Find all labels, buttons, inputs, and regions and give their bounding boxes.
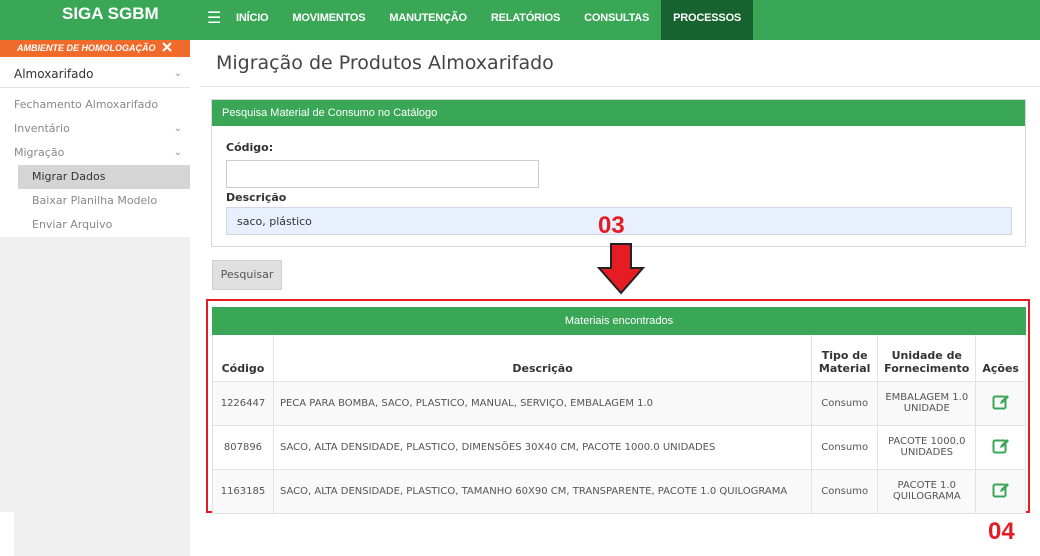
hamburger-icon[interactable]: ☰ (207, 8, 221, 28)
page-title: Migração de Produtos Almoxarifado (216, 52, 554, 74)
environment-label: AMBIENTE DE HOMOLOGAÇÃO (16, 43, 156, 53)
chevron-down-icon: ⌄ (173, 68, 182, 79)
search-panel-title: Pesquisa Material de Consumo no Catálogo (212, 100, 1025, 126)
column-header-tipo: Tipo de Material (811, 335, 879, 382)
cell-code: 1226447 (212, 380, 274, 426)
nav-item-inicio[interactable]: INÍCIO (224, 0, 280, 40)
sidebar-item-migrar-dados[interactable]: Migrar Dados (18, 165, 190, 189)
sidebar-divider (0, 87, 190, 88)
main-nav: INÍCIO MOVIMENTOS MANUTENÇÃO RELATÓRIOS … (224, 0, 754, 40)
search-button[interactable]: Pesquisar (212, 260, 282, 290)
sidebar-item-migracao[interactable]: Migração ⌄ (0, 141, 190, 165)
code-label: Código: (226, 141, 274, 154)
cell-actions (975, 468, 1026, 514)
edit-pencil-icon[interactable] (992, 393, 1010, 411)
nav-item-movimentos[interactable]: MOVIMENTOS (280, 0, 377, 40)
nav-item-manutencao[interactable]: MANUTENÇÃO (377, 0, 478, 40)
table-header-row: Código Descrição Tipo de Material Unidad… (212, 335, 1026, 382)
cell-tipo: Consumo (811, 380, 879, 426)
environment-badge: AMBIENTE DE HOMOLOGAÇÃO (0, 40, 190, 57)
sidebar-footer-gap (0, 512, 14, 556)
sidebar-item-enviar-arquivo[interactable]: Enviar Arquivo (0, 213, 190, 237)
cell-unidade: PACOTE 1000.0 UNIDADES (877, 424, 977, 470)
cell-actions (975, 424, 1026, 470)
sidebar-section-almoxarifado[interactable]: Almoxarifado ⌄ (0, 62, 190, 86)
results-table: Código Descrição Tipo de Material Unidad… (212, 335, 1026, 514)
column-header-description: Descrição (272, 335, 813, 382)
sidebar-item-fechamento[interactable]: Fechamento Almoxarifado (0, 93, 190, 117)
sidebar-item-label: Inventário (14, 122, 70, 135)
cell-unidade: EMBALAGEM 1.0 UNIDADE (877, 380, 977, 426)
sidebar-item-baixar-planilha[interactable]: Baixar Planilha Modelo (0, 189, 190, 213)
nav-item-consultas[interactable]: CONSULTAS (572, 0, 661, 40)
cell-actions (975, 380, 1026, 426)
cell-code: 1163185 (212, 468, 274, 514)
sidebar: Almoxarifado ⌄ Fechamento Almoxarifado I… (0, 57, 190, 556)
column-header-unidade: Unidade de Fornecimento (877, 335, 977, 382)
title-divider (200, 86, 1040, 87)
cell-description: SACO, ALTA DENSIDADE, PLASTICO, DIMENSÕE… (272, 424, 813, 470)
chevron-down-icon: ⌄ (173, 147, 182, 158)
annotation-step-4: 04 (988, 518, 1015, 545)
cell-description: PECA PARA BOMBA, SACO, PLASTICO, MANUAL,… (272, 380, 813, 426)
cell-unidade: PACOTE 1.0 QUILOGRAMA (877, 468, 977, 514)
sidebar-section-label: Almoxarifado (14, 67, 94, 81)
app-brand[interactable]: SIGA SGBM (0, 0, 200, 40)
results-panel: Materiais encontrados Código Descrição T… (212, 307, 1026, 514)
tools-icon (162, 42, 172, 52)
nav-item-relatorios[interactable]: RELATÓRIOS (479, 0, 572, 40)
arrow-down-icon (596, 243, 646, 295)
cell-code: 807896 (212, 424, 274, 470)
sidebar-item-inventario[interactable]: Inventário ⌄ (0, 117, 190, 141)
cell-description: SACO, ALTA DENSIDADE, PLASTICO, TAMANHO … (272, 468, 813, 514)
table-row: 1226447 PECA PARA BOMBA, SACO, PLASTICO,… (212, 380, 1026, 426)
edit-pencil-icon[interactable] (992, 481, 1010, 499)
sidebar-item-label: Migração (14, 146, 65, 159)
annotation-step-3: 03 (598, 212, 625, 239)
code-input[interactable] (226, 160, 539, 188)
column-header-acoes: Ações (975, 335, 1026, 382)
cell-tipo: Consumo (811, 468, 879, 514)
edit-pencil-icon[interactable] (992, 437, 1010, 455)
table-row: 807896 SACO, ALTA DENSIDADE, PLASTICO, D… (212, 424, 1026, 470)
nav-item-processos[interactable]: PROCESSOS (661, 0, 754, 40)
table-row: 1163185 SACO, ALTA DENSIDADE, PLASTICO, … (212, 468, 1026, 514)
chevron-down-icon: ⌄ (173, 123, 182, 134)
description-label: Descrição (226, 191, 287, 204)
column-header-code: Código (212, 335, 274, 382)
results-title: Materiais encontrados (212, 307, 1026, 335)
cell-tipo: Consumo (811, 424, 879, 470)
